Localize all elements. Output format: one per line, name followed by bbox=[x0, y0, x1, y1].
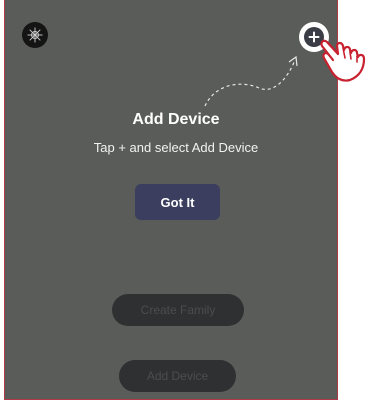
add-device-button[interactable]: Add Device bbox=[119, 360, 236, 392]
dashed-arrow-icon bbox=[204, 55, 298, 107]
pointing-hand-icon bbox=[320, 39, 366, 82]
create-family-button[interactable]: Create Family bbox=[112, 294, 244, 326]
app-screen: Add Device Tap + and select Add Device G… bbox=[4, 0, 338, 400]
overlay-subtitle: Tap + and select Add Device bbox=[93, 140, 259, 155]
avatar-icon bbox=[27, 27, 43, 43]
avatar[interactable] bbox=[22, 22, 48, 48]
overlay-title: Add Device bbox=[132, 111, 220, 128]
got-it-button[interactable]: Got It bbox=[135, 184, 220, 220]
